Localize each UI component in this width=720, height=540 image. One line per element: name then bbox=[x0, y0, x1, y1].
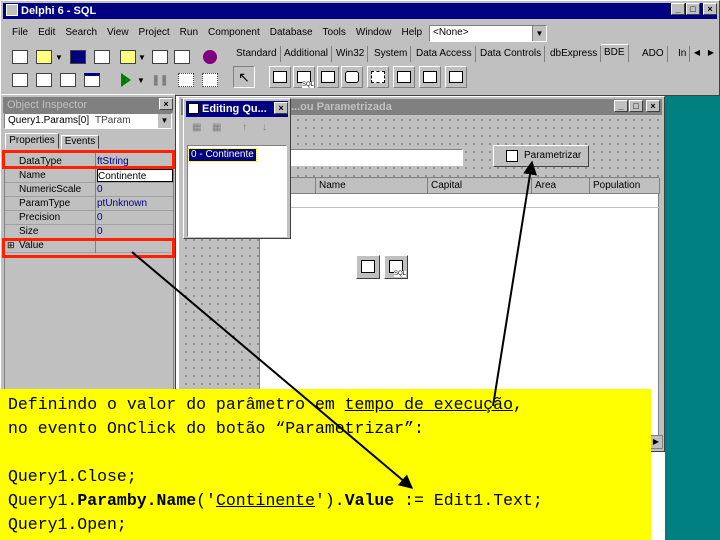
arrow-to-button bbox=[492, 160, 537, 407]
arrow-from-value-to-code bbox=[131, 251, 414, 489]
callout-arrows bbox=[131, 160, 537, 489]
